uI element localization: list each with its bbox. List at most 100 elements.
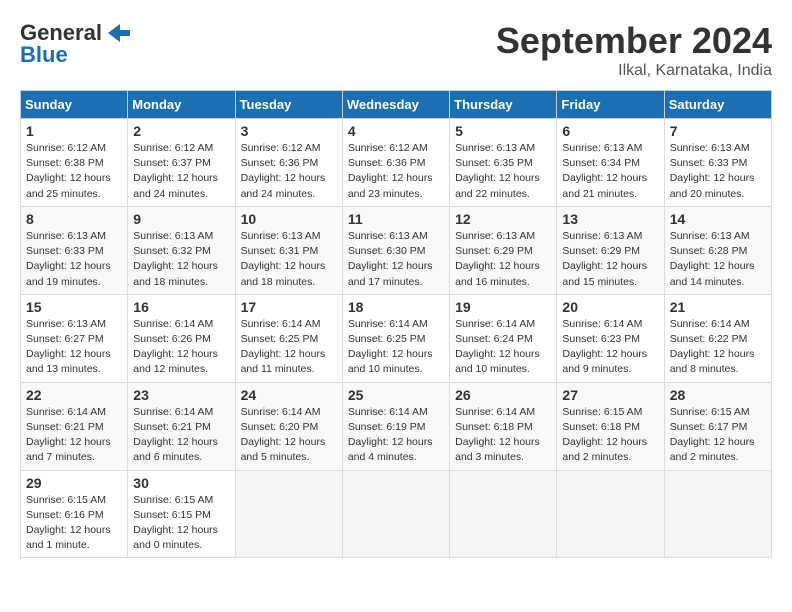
calendar-cell: 1Sunrise: 6:12 AM Sunset: 6:38 PM Daylig… [21,119,128,207]
calendar-cell: 5 Sunrise: 6:13 AM Sunset: 6:35 PM Daylig… [450,119,557,207]
day-details: Sunrise: 6:13 AM Sunset: 6:32 PM Dayligh… [133,229,229,290]
calendar-week-row: 1Sunrise: 6:12 AM Sunset: 6:38 PM Daylig… [21,119,772,207]
day-details: Sunrise: 6:15 AM Sunset: 6:15 PM Dayligh… [133,493,229,554]
day-number: 4 [348,123,444,139]
location-subtitle: Ilkal, Karnataka, India [496,62,772,80]
calendar-cell: 26 Sunrise: 6:14 AM Sunset: 6:18 PM Dayli… [450,382,557,470]
day-number: 20 [562,299,658,315]
day-number: 21 [670,299,766,315]
day-number: 3 [241,123,337,139]
day-details: Sunrise: 6:13 AM Sunset: 6:29 PM Dayligh… [455,229,551,290]
calendar-week-row: 22 Sunrise: 6:14 AM Sunset: 6:21 PM Dayli… [21,382,772,470]
calendar-cell [342,470,449,558]
day-number: 12 [455,211,551,227]
day-details: Sunrise: 6:12 AM Sunset: 6:38 PM Dayligh… [26,141,122,202]
day-number: 16 [133,299,229,315]
calendar-cell: 12 Sunrise: 6:13 AM Sunset: 6:29 PM Dayli… [450,206,557,294]
day-number: 17 [241,299,337,315]
col-sunday: Sunday [21,91,128,119]
day-details: Sunrise: 6:13 AM Sunset: 6:30 PM Dayligh… [348,229,444,290]
day-details: Sunrise: 6:13 AM Sunset: 6:35 PM Dayligh… [455,141,551,202]
day-details: Sunrise: 6:14 AM Sunset: 6:21 PM Dayligh… [133,405,229,466]
calendar-week-row: 8 Sunrise: 6:13 AM Sunset: 6:33 PM Daylig… [21,206,772,294]
logo-text-blue: Blue [20,42,68,68]
day-details: Sunrise: 6:15 AM Sunset: 6:16 PM Dayligh… [26,493,122,554]
calendar-week-row: 15 Sunrise: 6:13 AM Sunset: 6:27 PM Dayli… [21,294,772,382]
day-number: 14 [670,211,766,227]
calendar-cell: 28 Sunrise: 6:15 AM Sunset: 6:17 PM Dayli… [664,382,771,470]
day-number: 10 [241,211,337,227]
calendar-cell: 8 Sunrise: 6:13 AM Sunset: 6:33 PM Daylig… [21,206,128,294]
day-number: 8 [26,211,122,227]
calendar-cell: 11 Sunrise: 6:13 AM Sunset: 6:30 PM Dayli… [342,206,449,294]
calendar-cell [450,470,557,558]
day-details: Sunrise: 6:15 AM Sunset: 6:17 PM Dayligh… [670,405,766,466]
calendar-cell: 19Sunrise: 6:14 AM Sunset: 6:24 PM Dayli… [450,294,557,382]
day-details: Sunrise: 6:14 AM Sunset: 6:25 PM Dayligh… [348,317,444,378]
day-number: 28 [670,387,766,403]
calendar-cell: 10 Sunrise: 6:13 AM Sunset: 6:31 PM Dayli… [235,206,342,294]
day-details: Sunrise: 6:13 AM Sunset: 6:27 PM Dayligh… [26,317,122,378]
col-wednesday: Wednesday [342,91,449,119]
day-number: 25 [348,387,444,403]
calendar-cell: 14Sunrise: 6:13 AM Sunset: 6:28 PM Dayli… [664,206,771,294]
day-details: Sunrise: 6:13 AM Sunset: 6:31 PM Dayligh… [241,229,337,290]
calendar-table: Sunday Monday Tuesday Wednesday Thursday… [20,90,772,558]
calendar-week-row: 29Sunrise: 6:15 AM Sunset: 6:16 PM Dayli… [21,470,772,558]
day-number: 7 [670,123,766,139]
day-details: Sunrise: 6:12 AM Sunset: 6:36 PM Dayligh… [348,141,444,202]
calendar-cell: 25 Sunrise: 6:14 AM Sunset: 6:19 PM Dayli… [342,382,449,470]
calendar-cell: 22 Sunrise: 6:14 AM Sunset: 6:21 PM Dayli… [21,382,128,470]
day-details: Sunrise: 6:14 AM Sunset: 6:19 PM Dayligh… [348,405,444,466]
day-number: 22 [26,387,122,403]
calendar-cell: 16 Sunrise: 6:14 AM Sunset: 6:26 PM Dayli… [128,294,235,382]
day-details: Sunrise: 6:14 AM Sunset: 6:18 PM Dayligh… [455,405,551,466]
day-details: Sunrise: 6:14 AM Sunset: 6:21 PM Dayligh… [26,405,122,466]
col-tuesday: Tuesday [235,91,342,119]
day-number: 13 [562,211,658,227]
day-details: Sunrise: 6:13 AM Sunset: 6:29 PM Dayligh… [562,229,658,290]
day-details: Sunrise: 6:13 AM Sunset: 6:33 PM Dayligh… [670,141,766,202]
day-details: Sunrise: 6:13 AM Sunset: 6:33 PM Dayligh… [26,229,122,290]
calendar-cell [664,470,771,558]
calendar-cell: 21 Sunrise: 6:14 AM Sunset: 6:22 PM Dayli… [664,294,771,382]
calendar-cell: 20 Sunrise: 6:14 AM Sunset: 6:23 PM Dayli… [557,294,664,382]
page-header: General Blue September 2024 Ilkal, Karna… [20,20,772,80]
calendar-cell: 6 Sunrise: 6:13 AM Sunset: 6:34 PM Daylig… [557,119,664,207]
title-block: September 2024 Ilkal, Karnataka, India [496,20,772,80]
day-number: 9 [133,211,229,227]
logo-arrow-icon [104,22,132,44]
day-number: 5 [455,123,551,139]
calendar-cell: 7 Sunrise: 6:13 AM Sunset: 6:33 PM Daylig… [664,119,771,207]
day-details: Sunrise: 6:14 AM Sunset: 6:25 PM Dayligh… [241,317,337,378]
calendar-cell: 24Sunrise: 6:14 AM Sunset: 6:20 PM Dayli… [235,382,342,470]
calendar-header-row: Sunday Monday Tuesday Wednesday Thursday… [21,91,772,119]
day-details: Sunrise: 6:14 AM Sunset: 6:22 PM Dayligh… [670,317,766,378]
day-number: 18 [348,299,444,315]
calendar-cell: 9 Sunrise: 6:13 AM Sunset: 6:32 PM Daylig… [128,206,235,294]
calendar-cell: 27 Sunrise: 6:15 AM Sunset: 6:18 PM Dayli… [557,382,664,470]
day-number: 26 [455,387,551,403]
calendar-cell: 23 Sunrise: 6:14 AM Sunset: 6:21 PM Dayli… [128,382,235,470]
day-number: 27 [562,387,658,403]
calendar-cell: 17 Sunrise: 6:14 AM Sunset: 6:25 PM Dayli… [235,294,342,382]
col-monday: Monday [128,91,235,119]
col-saturday: Saturday [664,91,771,119]
day-details: Sunrise: 6:14 AM Sunset: 6:26 PM Dayligh… [133,317,229,378]
day-details: Sunrise: 6:14 AM Sunset: 6:20 PM Dayligh… [241,405,337,466]
day-number: 6 [562,123,658,139]
day-number: 15 [26,299,122,315]
day-details: Sunrise: 6:13 AM Sunset: 6:34 PM Dayligh… [562,141,658,202]
day-number: 2 [133,123,229,139]
day-number: 11 [348,211,444,227]
calendar-cell: 18 Sunrise: 6:14 AM Sunset: 6:25 PM Dayli… [342,294,449,382]
day-number: 23 [133,387,229,403]
calendar-cell: 4 Sunrise: 6:12 AM Sunset: 6:36 PM Daylig… [342,119,449,207]
calendar-cell: 3Sunrise: 6:12 AM Sunset: 6:36 PM Daylig… [235,119,342,207]
logo: General Blue [20,20,132,68]
calendar-cell: 13 Sunrise: 6:13 AM Sunset: 6:29 PM Dayli… [557,206,664,294]
calendar-cell: 2Sunrise: 6:12 AM Sunset: 6:37 PM Daylig… [128,119,235,207]
day-details: Sunrise: 6:15 AM Sunset: 6:18 PM Dayligh… [562,405,658,466]
calendar-cell [557,470,664,558]
day-details: Sunrise: 6:14 AM Sunset: 6:23 PM Dayligh… [562,317,658,378]
